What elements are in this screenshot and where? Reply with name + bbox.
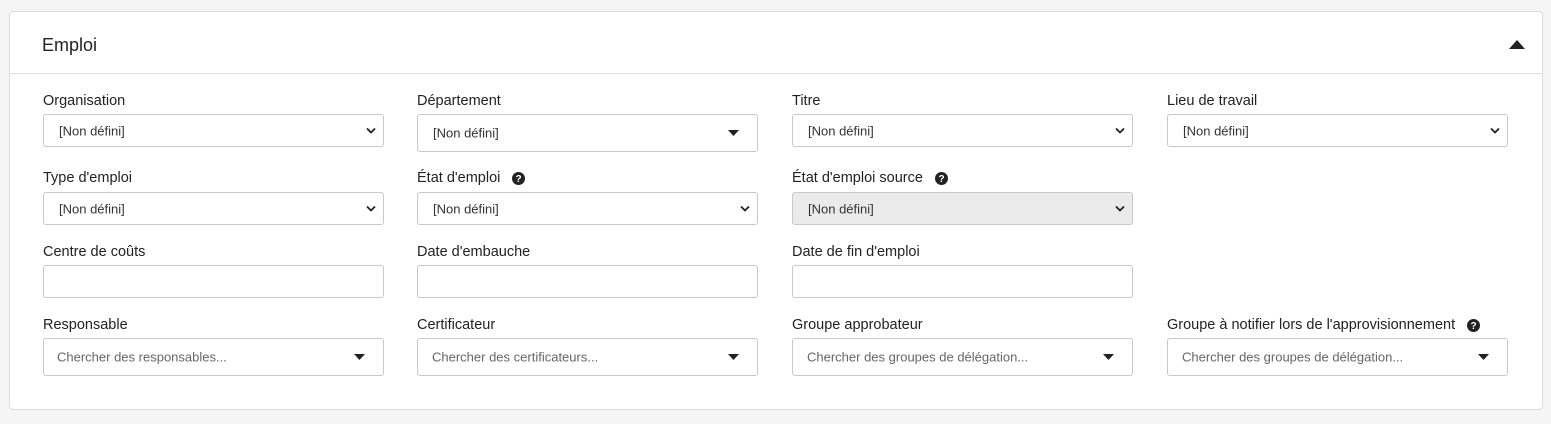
departement-label-text: Département <box>417 93 501 109</box>
groupe-approbateur-label: Groupe approbateur <box>792 317 923 333</box>
caret-down-icon <box>1103 354 1114 360</box>
caret-up-icon[interactable] <box>1508 38 1526 50</box>
lieu-travail-label: Lieu de travail <box>1167 93 1257 109</box>
date-embauche-input[interactable] <box>417 265 758 298</box>
type-emploi-select[interactable]: [Non défini] <box>43 192 384 225</box>
caret-down-icon <box>354 354 365 360</box>
chevron-down-icon <box>1490 127 1500 134</box>
chevron-down-icon <box>366 205 376 212</box>
groupe-approbateur-search-placeholder: Chercher des groupes de délégation... <box>807 349 1029 365</box>
departement-select-value: [Non défini] <box>433 125 499 141</box>
organisation-select-value: [Non défini] <box>59 123 125 138</box>
certificateur-search[interactable]: Chercher des certificateurs... <box>417 338 758 376</box>
organisation-select[interactable]: [Non défini] <box>43 114 384 147</box>
groupe-approbateur-search[interactable]: Chercher des groupes de délégation... <box>792 338 1133 376</box>
certificateur-search-placeholder: Chercher des certificateurs... <box>432 349 599 365</box>
certificateur-label-text: Certificateur <box>417 317 496 333</box>
centre-couts-input[interactable] <box>43 265 384 298</box>
responsable-label: Responsable <box>43 317 128 333</box>
caret-down-icon <box>728 130 739 136</box>
etat-emploi-source-select: [Non défini] <box>792 192 1133 225</box>
date-embauche-label: Date d'embauche <box>417 244 530 260</box>
date-fin-emploi-label: Date de fin d'emploi <box>792 244 920 260</box>
type-emploi-label: Type d'emploi <box>43 170 132 186</box>
svg-text:?: ? <box>938 174 944 185</box>
chevron-down-icon <box>1115 205 1125 212</box>
etat-emploi-label-text: État d'emploi <box>417 170 501 186</box>
date-fin-emploi-label-text: Date de fin d'emploi <box>792 244 920 260</box>
certificateur-label: Certificateur <box>417 317 495 333</box>
responsable-search[interactable]: Chercher des responsables... <box>43 338 384 376</box>
groupe-notifier-search[interactable]: Chercher des groupes de délégation... <box>1167 338 1508 376</box>
etat-emploi-select[interactable]: [Non défini] <box>417 192 758 225</box>
etat-emploi-select-value: [Non défini] <box>433 201 499 216</box>
lieu-travail-label-text: Lieu de travail <box>1167 93 1258 109</box>
titre-select-value: [Non défini] <box>808 123 874 138</box>
groupe-notifier-search-placeholder: Chercher des groupes de délégation... <box>1182 349 1404 365</box>
date-fin-emploi-input[interactable] <box>792 265 1133 298</box>
groupe-approbateur-label-text: Groupe approbateur <box>792 317 923 333</box>
lieu-travail-select[interactable]: [Non défini] <box>1167 114 1508 147</box>
groupe-notifier-label: Groupe à notifier lors de l'approvisionn… <box>1167 317 1481 333</box>
chevron-down-icon <box>366 127 376 134</box>
caret-down-icon <box>1478 354 1489 360</box>
titre-label-text: Titre <box>792 93 821 109</box>
svg-text:?: ? <box>516 174 522 185</box>
date-embauche-label-text: Date d'embauche <box>417 244 531 260</box>
etat-emploi-label: État d'emploi ? <box>417 170 526 186</box>
caret-down-icon <box>728 354 739 360</box>
groupe-notifier-label-text: Groupe à notifier lors de l'approvisionn… <box>1167 317 1456 333</box>
etat-emploi-source-select-value: [Non défini] <box>808 201 874 216</box>
titre-select[interactable]: [Non défini] <box>792 114 1133 147</box>
centre-couts-label-text: Centre de coûts <box>43 244 146 260</box>
organisation-label-text: Organisation <box>43 93 126 109</box>
question-circle-icon[interactable]: ? <box>512 171 526 185</box>
lieu-travail-select-value: [Non défini] <box>1183 123 1249 138</box>
question-circle-icon[interactable]: ? <box>1467 318 1481 332</box>
chevron-down-icon <box>1115 127 1125 134</box>
responsable-label-text: Responsable <box>43 317 128 333</box>
question-circle-icon[interactable]: ? <box>934 171 948 185</box>
panel-header: Emploi <box>10 12 1542 74</box>
chevron-down-icon <box>740 205 750 212</box>
type-emploi-select-value: [Non défini] <box>59 201 125 216</box>
organisation-label: Organisation <box>43 93 125 109</box>
responsable-search-placeholder: Chercher des responsables... <box>57 349 227 365</box>
titre-label: Titre <box>792 93 820 109</box>
type-emploi-label-text: Type d'emploi <box>43 170 133 186</box>
etat-emploi-source-label-text: État d'emploi source <box>792 170 923 186</box>
centre-couts-label: Centre de coûts <box>43 244 145 260</box>
svg-text:?: ? <box>1471 321 1477 332</box>
panel-title: Emploi <box>42 35 98 55</box>
departement-label: Département <box>417 93 501 109</box>
departement-select[interactable]: [Non défini] <box>417 114 758 152</box>
etat-emploi-source-label: État d'emploi source ? <box>792 170 948 186</box>
